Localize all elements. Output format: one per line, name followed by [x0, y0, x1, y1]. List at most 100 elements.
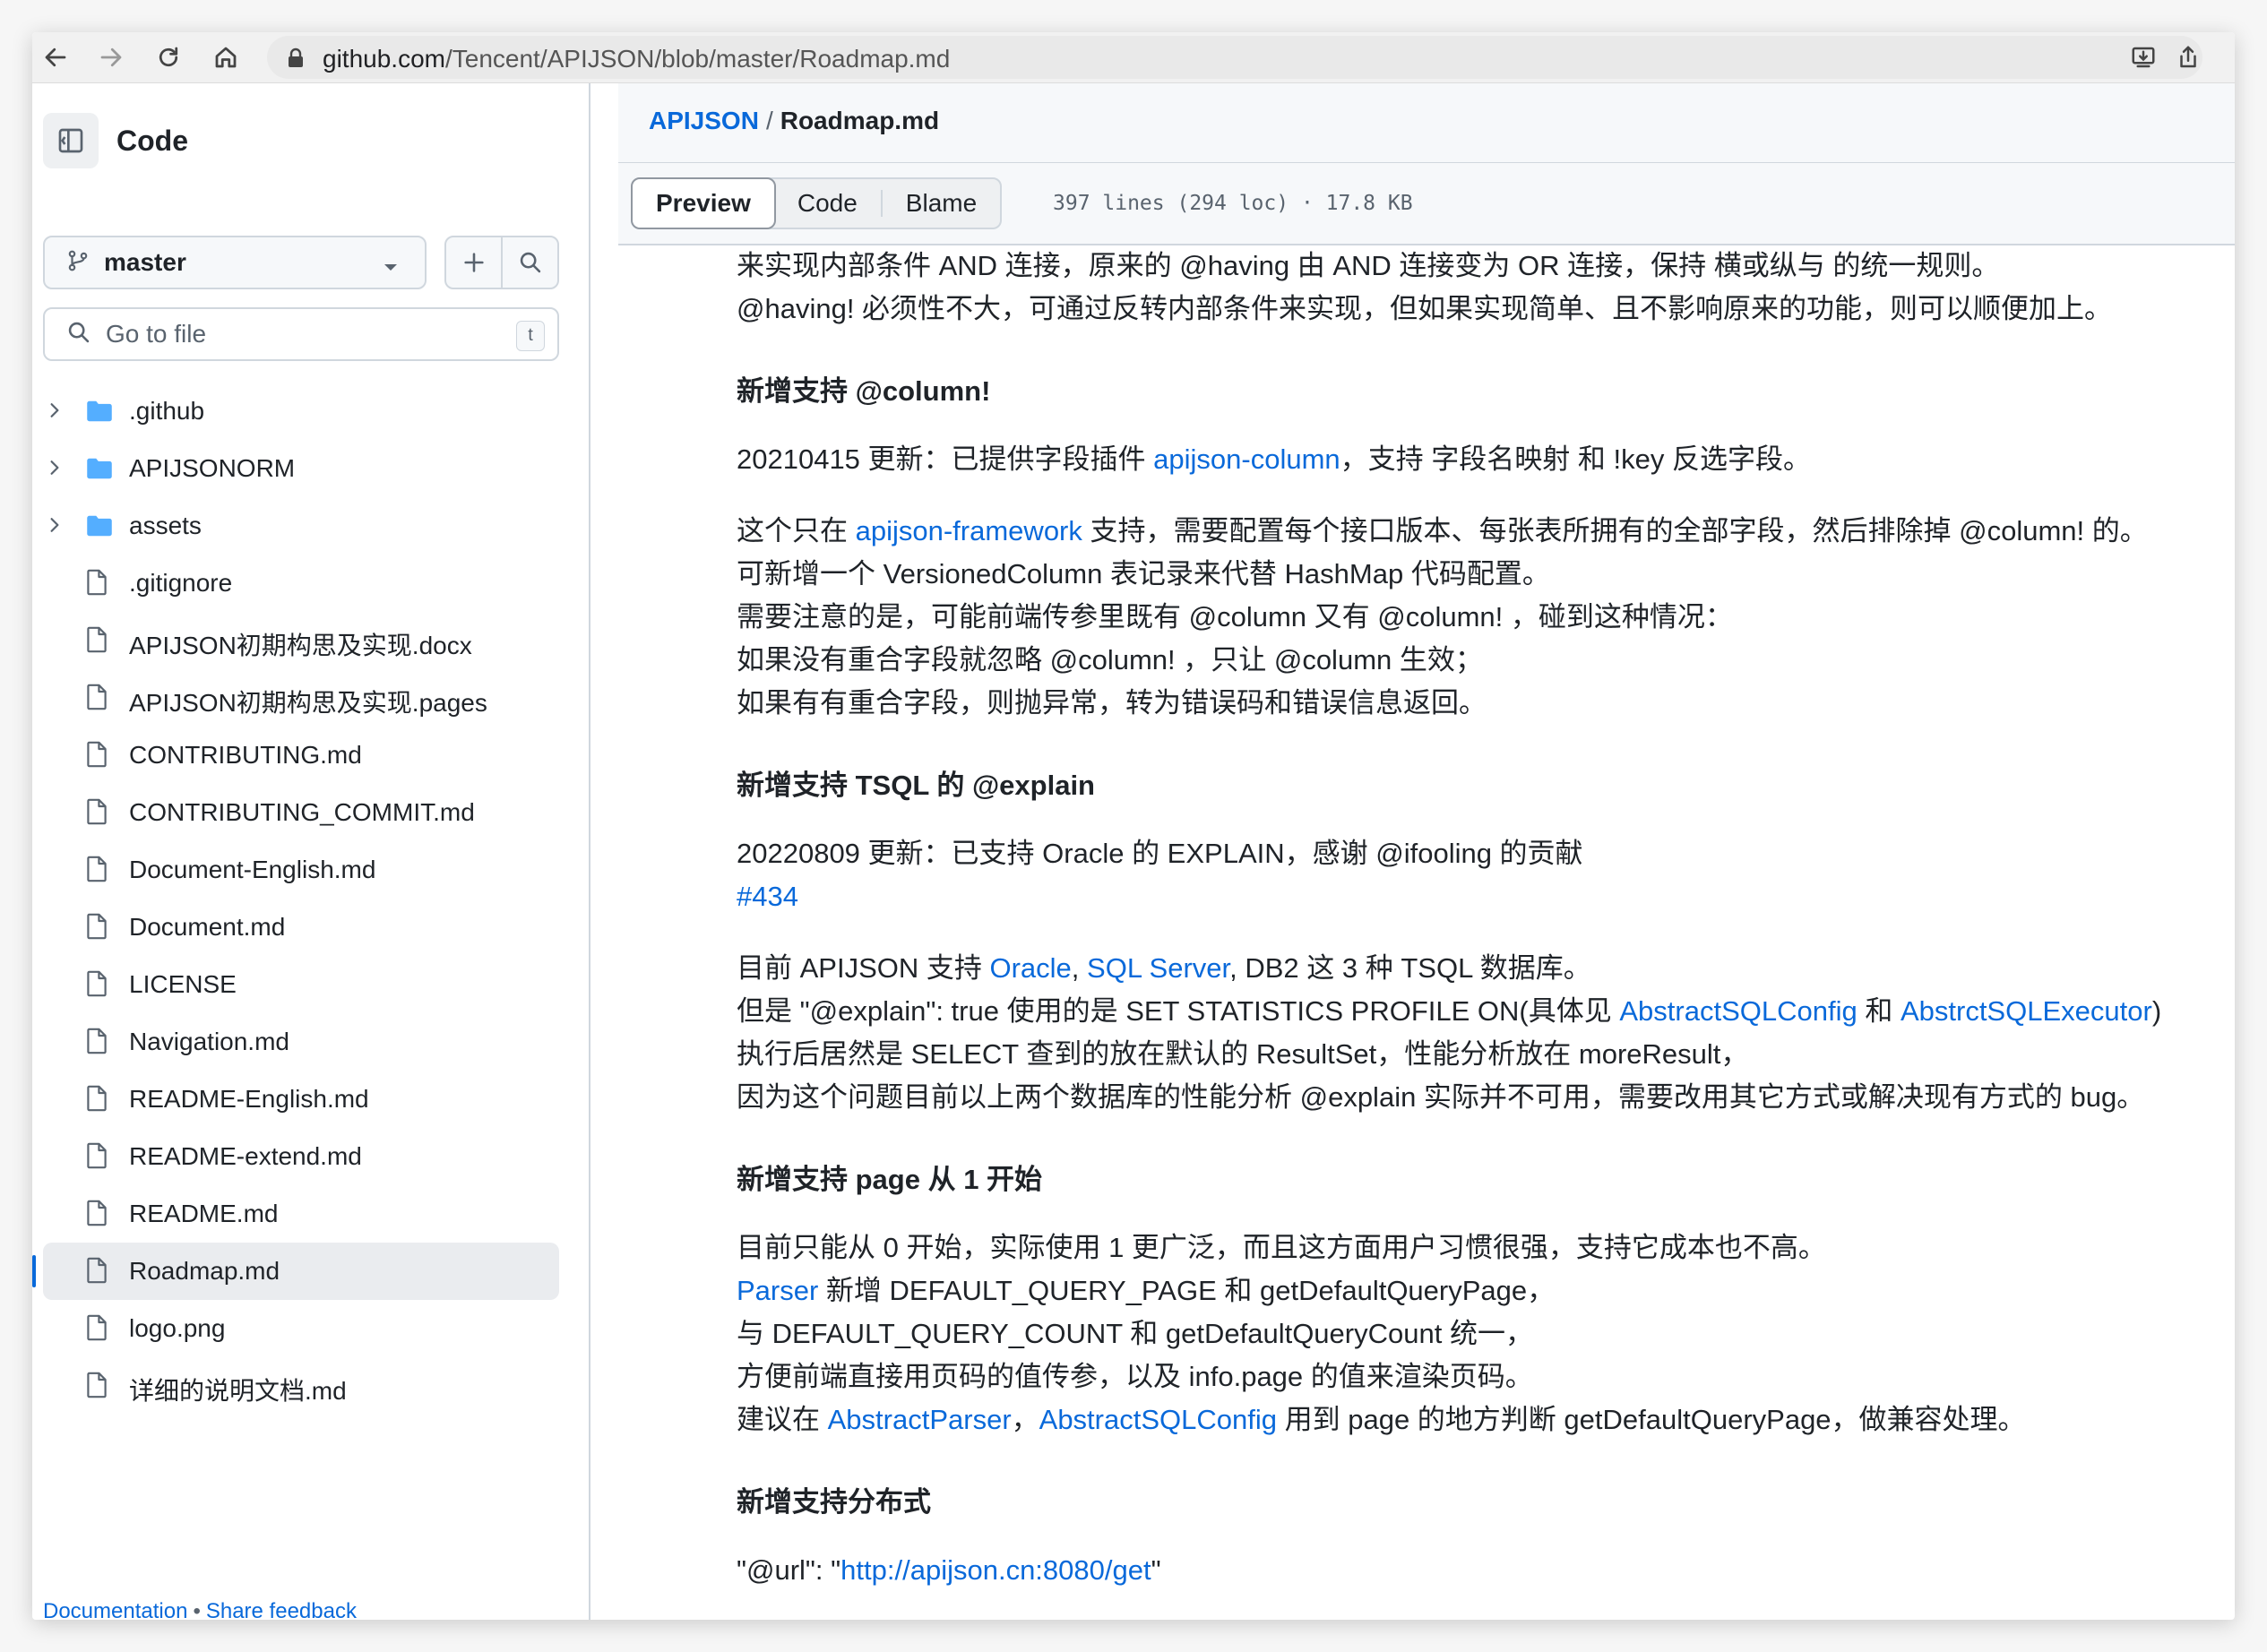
file-icon	[86, 913, 108, 944]
content-link[interactable]: AbstractSQLConfig	[1619, 995, 1857, 1027]
documentation-link[interactable]: Documentation	[43, 1599, 187, 1620]
tree-folder-item[interactable]: APIJSONORM	[32, 440, 588, 497]
tree-item-label: Document-English.md	[129, 856, 376, 883]
text-run: 可新增一个 VersionedColumn 表记录来代替 HashMap 代码配…	[737, 558, 1550, 589]
breadcrumb-repo-link[interactable]: APIJSON	[649, 107, 759, 134]
paragraph-line: Parser 新增 DEFAULT_QUERY_PAGE 和 getDefaul…	[737, 1269, 1555, 1312]
browser-window: github.com/Tencent/APIJSON/blob/master/R…	[32, 32, 2235, 1620]
text-run: ,	[1071, 952, 1088, 984]
url-host: github.com	[323, 45, 445, 73]
paragraph-line: 建议在 AbstractParser，AbstractSQLConfig 用到 …	[737, 1398, 2026, 1441]
file-icon	[86, 1372, 108, 1403]
install-app-icon[interactable]	[2125, 39, 2161, 75]
lock-icon	[287, 47, 305, 73]
add-file-button[interactable]	[446, 237, 501, 288]
file-tree-sidebar: Code master Go to file t .github APIJSON…	[32, 83, 590, 1620]
tree-item-label: 详细的说明文档.md	[129, 1377, 347, 1405]
share-feedback-link[interactable]: Share feedback	[206, 1599, 357, 1620]
content-link[interactable]: AbstractParser	[828, 1404, 1012, 1435]
text-run: 但是 "@explain": true 使用的是 SET STATISTICS …	[737, 995, 1620, 1027]
text-run: 如果有有重合字段，则抛异常，转为错误码和错误信息返回。	[737, 687, 1487, 718]
search-files-button[interactable]	[503, 237, 557, 288]
text-run: 需要注意的是，可能前端传参里既有 @column 又有 @column! ，碰到…	[737, 601, 1733, 632]
tree-item-label: README-extend.md	[129, 1142, 362, 1170]
url-path: /Tencent/APIJSON/blob/master/Roadmap.md	[444, 45, 951, 73]
file-icon	[86, 970, 108, 1002]
tree-file-item[interactable]: APIJSON初期构思及实现.docx	[32, 612, 588, 669]
tree-file-item[interactable]: Navigation.md	[32, 1013, 588, 1071]
tree-file-item[interactable]: LICENSE	[32, 956, 588, 1013]
text-run: , DB2 这 3 种 TSQL 数据库。	[1229, 952, 1591, 984]
tab-preview[interactable]: Preview	[631, 177, 776, 229]
file-icon	[86, 1257, 108, 1288]
chevron-right-icon[interactable]	[48, 517, 61, 538]
forward-icon[interactable]	[93, 39, 129, 75]
tree-file-item[interactable]: CONTRIBUTING_COMMIT.md	[32, 784, 588, 841]
text-run: 执行后居然是 SELECT 查到的放在默认的 ResultSet，性能分析放在 …	[737, 1038, 1749, 1070]
tree-file-item[interactable]: README-extend.md	[32, 1128, 588, 1185]
home-icon[interactable]	[208, 39, 244, 75]
footer-separator: •	[193, 1599, 201, 1620]
search-icon	[66, 320, 91, 349]
content-link[interactable]: Oracle	[989, 952, 1071, 984]
tree-file-item[interactable]: README.md	[32, 1185, 588, 1243]
tab-blame[interactable]: Blame	[883, 179, 1000, 228]
url-text: github.com/Tencent/APIJSON/blob/master/R…	[323, 45, 950, 73]
search-icon	[520, 252, 540, 273]
reload-icon[interactable]	[151, 39, 186, 75]
tree-file-item[interactable]: Document.md	[32, 899, 588, 956]
go-to-file-input[interactable]: Go to file t	[43, 307, 559, 361]
tree-folder-item[interactable]: .github	[32, 383, 588, 440]
text-run: 新增支持 @column!	[737, 375, 991, 407]
chevron-right-icon[interactable]	[48, 460, 61, 480]
branch-selector[interactable]: master	[43, 236, 427, 289]
address-bar[interactable]: github.com/Tencent/APIJSON/blob/master/R…	[267, 36, 2202, 79]
tree-file-item[interactable]: Roadmap.md	[32, 1243, 559, 1300]
tree-file-item[interactable]: logo.png	[32, 1300, 588, 1357]
tree-file-item[interactable]: .gitignore	[32, 555, 588, 612]
text-run: @having! 必须性不大，可通过反转内部条件来实现，但如果实现简单、且不影响…	[737, 293, 2113, 324]
tree-item-label: APIJSONORM	[129, 454, 296, 482]
content-link[interactable]: AbstractSQLConfig	[1039, 1404, 1277, 1435]
tree-file-item[interactable]: APIJSON初期构思及实现.pages	[32, 669, 588, 727]
text-run: "@url": "	[737, 1554, 841, 1586]
tree-item-label: Document.md	[129, 913, 286, 941]
tree-file-item[interactable]: README-English.md	[32, 1071, 588, 1128]
breadcrumb: APIJSON / Roadmap.md	[649, 107, 939, 135]
git-branch-icon	[66, 248, 90, 278]
text-run: 支持，需要配置每个接口版本、每张表所拥有的全部字段，然后排除掉 @column!…	[1082, 515, 2148, 546]
sidebar-header: Code	[43, 112, 188, 169]
file-icon	[86, 1085, 108, 1116]
text-run: 新增 DEFAULT_QUERY_PAGE 和 getDefaultQueryP…	[818, 1275, 1556, 1306]
content-link[interactable]: SQL Server	[1087, 952, 1229, 984]
chevron-right-icon[interactable]	[48, 402, 61, 423]
file-icon	[86, 856, 108, 887]
share-icon[interactable]	[2170, 39, 2206, 75]
content-link[interactable]: Parser	[737, 1275, 818, 1306]
tab-code[interactable]: Code	[774, 179, 881, 228]
back-icon[interactable]	[38, 39, 73, 75]
paragraph-line: 来实现内部条件 AND 连接，原来的 @having 由 AND 连接变为 OR…	[737, 245, 1999, 288]
section-heading: 新增支持 page 从 1 开始	[737, 1158, 1042, 1201]
content-link[interactable]: apijson-column	[1153, 443, 1340, 475]
tree-file-item[interactable]: 详细的说明文档.md	[32, 1357, 588, 1415]
collapse-sidebar-button[interactable]	[43, 113, 99, 168]
tree-item-label: APIJSON初期构思及实现.docx	[129, 632, 472, 659]
paragraph-line: 目前 APIJSON 支持 Oracle, SQL Server, DB2 这 …	[737, 947, 1591, 990]
text-run: 建议在	[737, 1404, 828, 1435]
content-link[interactable]: apijson-framework	[856, 515, 1082, 546]
keyboard-shortcut-hint: t	[516, 321, 545, 351]
content-link[interactable]: #434	[737, 881, 798, 912]
tree-file-item[interactable]: Document-English.md	[32, 841, 588, 899]
content-link[interactable]: AbstrctSQLExecutor	[1901, 995, 2152, 1027]
section-heading: 新增支持 @column!	[737, 370, 990, 413]
file-icon	[86, 1200, 108, 1231]
text-run: ，支持 字段名映射 和 !key 反选字段。	[1340, 443, 1811, 475]
breadcrumb-file: Roadmap.md	[780, 107, 940, 134]
folder-icon	[86, 457, 113, 485]
text-run: 20210415 更新：已提供字段插件	[737, 443, 1154, 475]
tree-folder-item[interactable]: assets	[32, 497, 588, 555]
sidebar-panel-icon	[58, 128, 83, 153]
content-link[interactable]: http://apijson.cn:8080/get	[840, 1554, 1151, 1586]
tree-file-item[interactable]: CONTRIBUTING.md	[32, 727, 588, 784]
